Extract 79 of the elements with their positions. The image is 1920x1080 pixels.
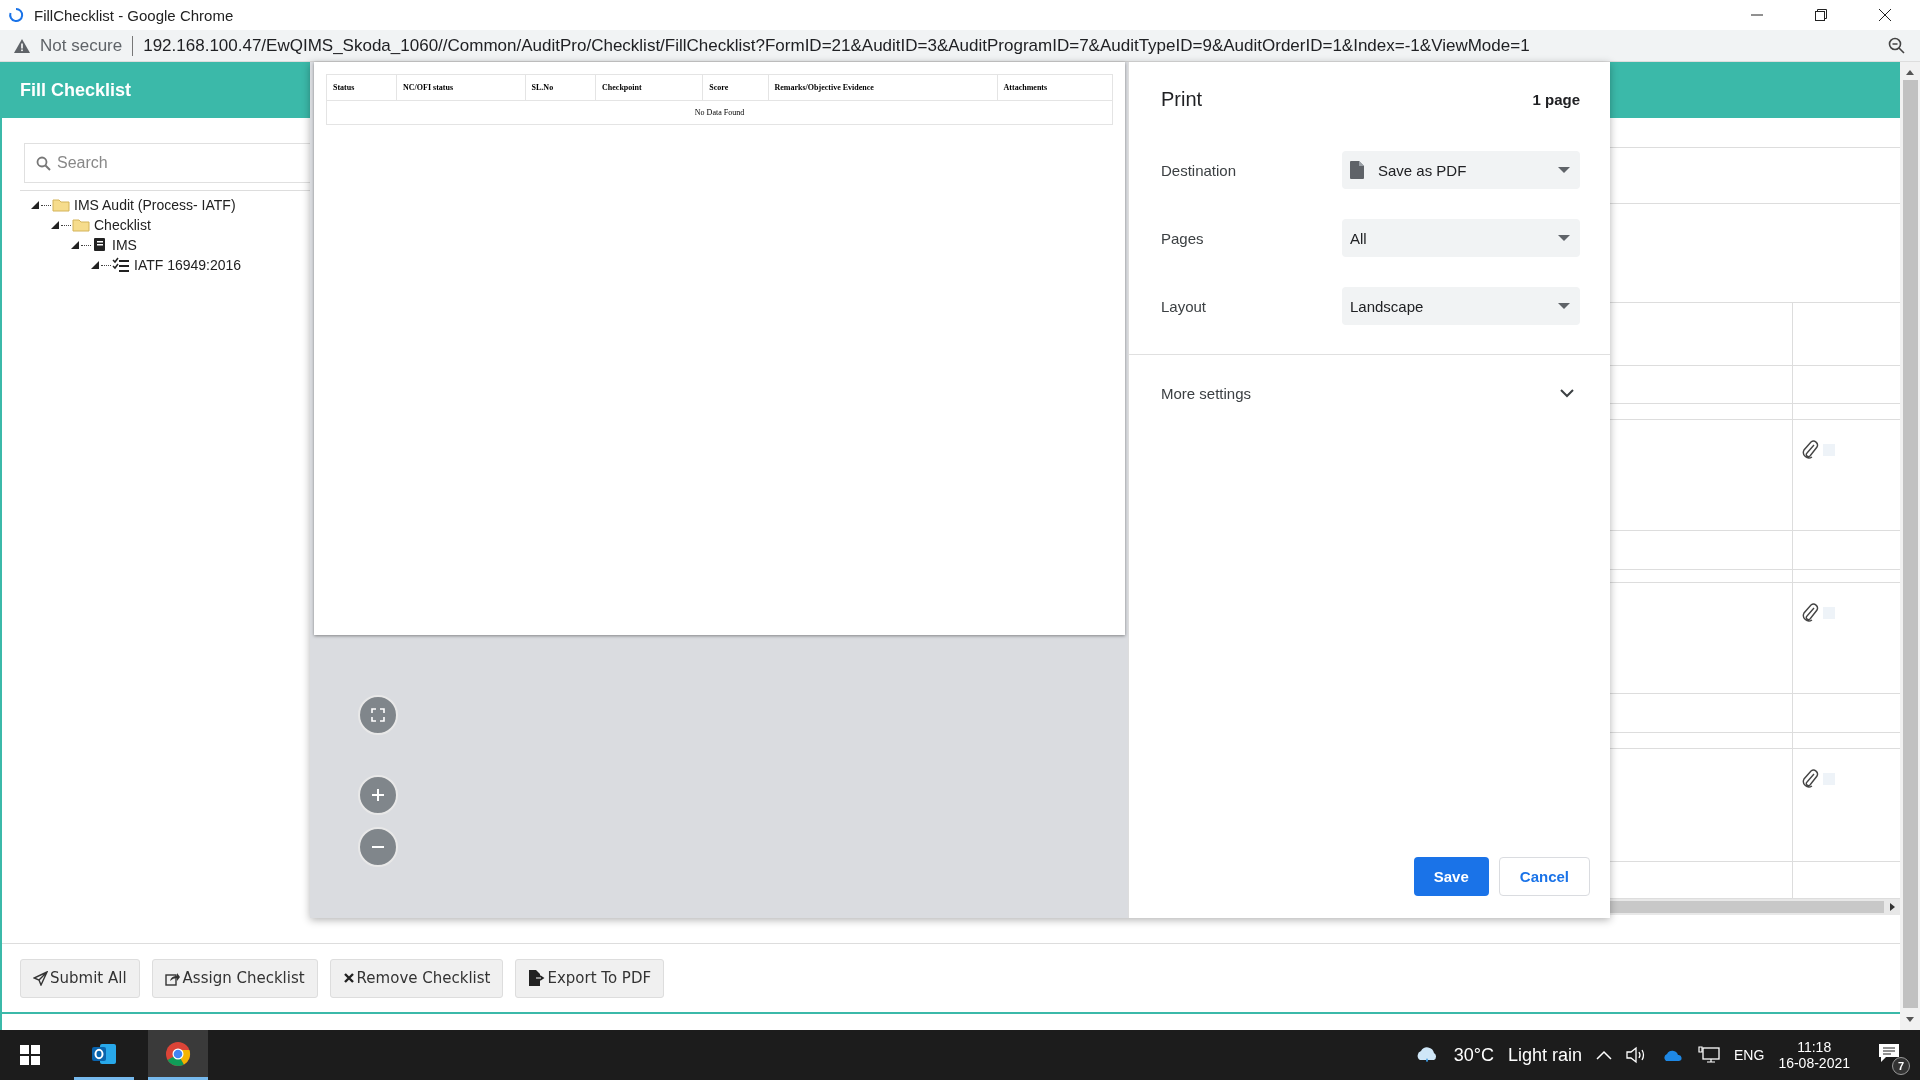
tree-item[interactable]: IATF 16949:2016 xyxy=(134,257,242,273)
column-header: Score xyxy=(702,74,768,101)
security-label[interactable]: Not secure xyxy=(40,35,123,56)
empty-message: No Data Found xyxy=(326,100,1113,125)
clock-time[interactable]: 11:18 xyxy=(1797,1039,1832,1055)
fit-to-page-button[interactable] xyxy=(358,695,398,735)
cloud-icon[interactable] xyxy=(1662,1048,1685,1062)
tree-item[interactable]: IMS xyxy=(112,237,137,253)
column-header: Checkpoint xyxy=(595,74,703,101)
search-field[interactable]: Search xyxy=(24,143,310,183)
windows-start-icon[interactable] xyxy=(20,1045,40,1065)
scrollbar-thumb[interactable] xyxy=(1902,80,1918,1008)
column-header: NC/OFI status xyxy=(396,74,526,101)
scroll-right-icon[interactable] xyxy=(1888,902,1896,912)
temperature-text[interactable]: 30°C xyxy=(1453,1044,1494,1066)
clock-date[interactable]: 16-08-2021 xyxy=(1778,1055,1850,1071)
notification-icon[interactable] xyxy=(1878,1043,1900,1063)
window-title: FillChecklist - Google Chrome xyxy=(34,6,234,24)
column-header: Remarks/Objective Evidence xyxy=(768,74,998,101)
weather-text[interactable]: Light rain xyxy=(1507,1044,1583,1066)
loading-icon xyxy=(8,7,24,23)
x-icon xyxy=(342,972,355,984)
warning-icon[interactable] xyxy=(14,38,30,53)
file-export-icon xyxy=(528,970,546,986)
book-icon xyxy=(92,237,108,253)
column-header: Status xyxy=(326,74,397,101)
taskbar-app[interactable] xyxy=(148,1030,208,1080)
folder-icon xyxy=(52,198,70,212)
more-settings-toggle[interactable]: More settings xyxy=(1161,355,1582,402)
dropdown[interactable]: Landscape xyxy=(1342,287,1580,325)
chevron-up-icon[interactable] xyxy=(1596,1050,1613,1060)
chevron-icon xyxy=(1560,389,1574,398)
language-indicator[interactable]: ENG xyxy=(1734,1047,1765,1063)
action-button[interactable]: Export To PDF xyxy=(515,958,665,998)
action-button[interactable]: Assign Checklist xyxy=(151,958,318,998)
setting-label: Pages xyxy=(1161,229,1204,247)
action-button[interactable]: Remove Checklist xyxy=(329,958,504,998)
collapse-icon[interactable] xyxy=(50,220,60,230)
dropdown-arrow-icon xyxy=(1558,166,1570,174)
tree-item[interactable]: IMS Audit (Process- IATF) xyxy=(74,197,236,213)
paperclip-icon[interactable] xyxy=(1801,440,1819,460)
fit-icon xyxy=(371,708,385,722)
restore-icon[interactable] xyxy=(1814,8,1828,22)
action-button[interactable]: Submit All xyxy=(20,958,140,998)
zoom-in-button[interactable] xyxy=(358,775,398,815)
folder-icon xyxy=(72,218,90,232)
page-count: 1 page xyxy=(1532,90,1580,108)
chrome-icon xyxy=(165,1040,191,1067)
collapse-icon[interactable] xyxy=(90,260,100,270)
setting-label: Layout xyxy=(1161,297,1207,315)
collapse-icon[interactable] xyxy=(30,200,40,210)
column-header: SL.No xyxy=(525,74,596,101)
setting-label: Destination xyxy=(1161,161,1237,179)
zoom-out-button[interactable] xyxy=(358,827,398,867)
collapse-icon[interactable] xyxy=(70,240,80,250)
close-icon[interactable] xyxy=(1878,8,1892,22)
dropdown-arrow-icon xyxy=(1558,302,1570,310)
paperclip-icon[interactable] xyxy=(1801,769,1819,789)
zoom-icon[interactable] xyxy=(1888,36,1906,55)
paperclip-icon[interactable] xyxy=(1801,603,1819,623)
save-button[interactable]: Save xyxy=(1413,857,1489,896)
notification-badge: 7 xyxy=(1892,1057,1910,1075)
url-text[interactable]: 192.168.100.47/EwQIMS_Skoda_1060//Common/AuditPro/Checklist/FillChecklist?FormID=21&AuditID=3&AuditProgramID=7&AuditTypeID=9&AuditOrderID=1&Index=-1&ViewMode=1 xyxy=(143,35,1530,56)
paper-plane-icon xyxy=(33,970,48,986)
search-icon xyxy=(36,156,51,171)
tree-item[interactable]: Checklist xyxy=(94,217,151,233)
cancel-button[interactable]: Cancel xyxy=(1498,857,1590,896)
column-header: Attachments xyxy=(997,74,1113,101)
scroll-down-icon[interactable] xyxy=(1905,1016,1915,1024)
checklist-icon xyxy=(112,257,130,273)
dropdown[interactable]: Save as PDF xyxy=(1342,151,1580,189)
plus-icon xyxy=(371,788,385,802)
dropdown[interactable]: All xyxy=(1342,219,1580,257)
network-icon[interactable] xyxy=(1698,1046,1721,1064)
dropdown-arrow-icon xyxy=(1558,234,1570,242)
dialog-title: Print xyxy=(1161,87,1203,111)
page-title: Fill Checklist xyxy=(20,79,132,101)
scroll-up-icon[interactable] xyxy=(1905,68,1915,76)
document-icon xyxy=(1350,161,1364,179)
